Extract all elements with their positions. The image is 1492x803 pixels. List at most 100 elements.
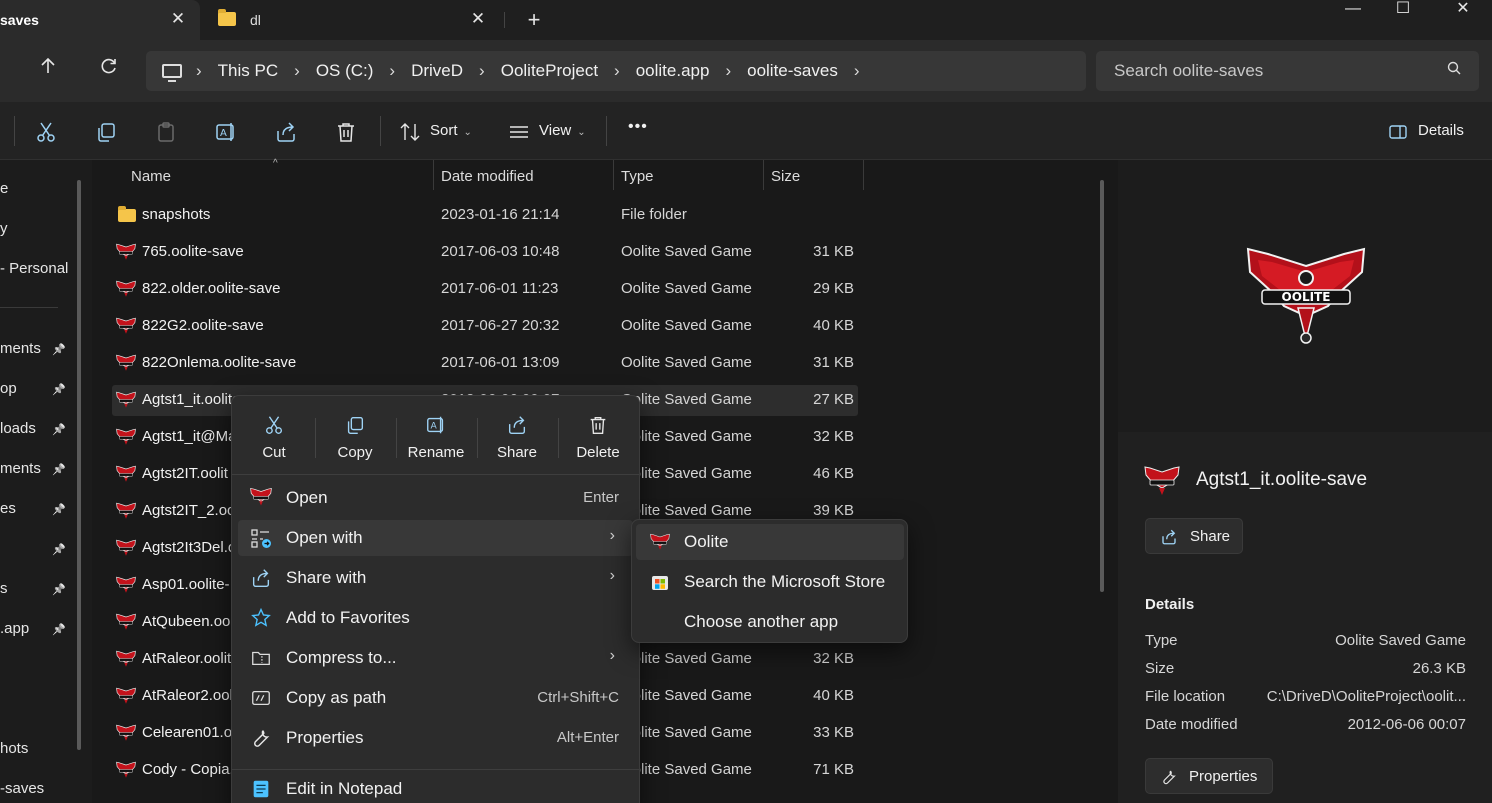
context-menu-item[interactable]: Add to Favorites bbox=[238, 600, 633, 636]
minimize-button[interactable]: — bbox=[1330, 0, 1376, 20]
delete-icon[interactable] bbox=[334, 120, 358, 144]
close-tab-icon[interactable]: ✕ bbox=[468, 9, 488, 29]
context-copy-button[interactable]: Copy bbox=[315, 410, 395, 466]
chevron-right-icon[interactable]: › bbox=[196, 61, 202, 81]
breadcrumb-this-pc[interactable]: This PC bbox=[218, 61, 278, 81]
context-menu-item[interactable]: Open Enter bbox=[238, 480, 633, 516]
share-icon[interactable] bbox=[274, 120, 298, 144]
column-header-type[interactable]: Type bbox=[621, 168, 654, 200]
nav-item[interactable]: ments bbox=[0, 340, 41, 357]
context-share-button[interactable]: Share bbox=[477, 410, 557, 466]
view-button[interactable]: View ⌄ bbox=[539, 122, 586, 139]
nav-item[interactable]: - Personal bbox=[0, 260, 68, 277]
nav-item[interactable]: .app bbox=[0, 620, 29, 637]
chevron-down-icon: ⌄ bbox=[577, 127, 586, 138]
file-row[interactable]: 822G2.oolite-save 2017-06-27 20:32 Oolite … bbox=[112, 311, 858, 342]
chevron-right-icon[interactable]: › bbox=[725, 61, 731, 81]
context-cut-button[interactable]: Cut bbox=[234, 410, 314, 466]
nav-item[interactable]: -saves bbox=[0, 780, 44, 797]
chevron-right-icon: › bbox=[609, 527, 615, 544]
file-row[interactable]: 822.older.oolite-save 2017-06-01 11:23 Ool… bbox=[112, 274, 858, 305]
nav-item[interactable]: e bbox=[0, 180, 8, 197]
context-menu-item[interactable]: Properties Alt+Enter bbox=[238, 720, 633, 756]
column-header-name[interactable]: Name bbox=[131, 168, 171, 200]
context-menu-item[interactable]: Open with › bbox=[238, 520, 633, 556]
breadcrumb-drived[interactable]: DriveD bbox=[411, 61, 463, 81]
file-type: Oolite Saved Game bbox=[621, 243, 752, 260]
nav-item-label: es bbox=[0, 500, 16, 517]
breadcrumb-oolite-saves[interactable]: oolite-saves bbox=[747, 61, 838, 81]
rename-label: Rename bbox=[407, 444, 465, 461]
column-separator[interactable] bbox=[763, 160, 764, 190]
folder-icon bbox=[218, 9, 236, 26]
context-menu-item[interactable]: Share with › bbox=[238, 560, 633, 596]
rename-icon[interactable]: A bbox=[214, 120, 238, 144]
column-separator[interactable] bbox=[433, 160, 434, 190]
context-menu-item[interactable]: Edit in Notepad bbox=[238, 771, 633, 803]
tab-dl[interactable]: dl ✕ bbox=[206, 0, 496, 40]
breadcrumb-os-c[interactable]: OS (C:) bbox=[316, 61, 374, 81]
chevron-right-icon[interactable]: › bbox=[479, 61, 485, 81]
breadcrumb-ooliteproject[interactable]: OoliteProject bbox=[501, 61, 598, 81]
details-file-name: Agtst1_it.oolite-save bbox=[1196, 469, 1368, 490]
context-rename-button[interactable]: A Rename bbox=[396, 410, 476, 466]
oolite-save-icon bbox=[116, 576, 136, 594]
file-row[interactable]: 822Onlema.oolite-save 2017-06-01 13:09 Ool… bbox=[112, 348, 858, 379]
chevron-right-icon[interactable]: › bbox=[854, 61, 860, 81]
nav-scrollbar[interactable] bbox=[77, 180, 81, 750]
nav-item[interactable]: loads bbox=[0, 420, 36, 437]
maximize-button[interactable]: ☐ bbox=[1380, 0, 1426, 20]
paste-icon[interactable] bbox=[154, 120, 178, 144]
column-header-size[interactable]: Size bbox=[771, 168, 800, 200]
context-menu-label: Open bbox=[286, 488, 328, 507]
file-list-scrollbar[interactable] bbox=[1100, 180, 1104, 592]
cut-icon[interactable] bbox=[34, 120, 58, 144]
file-row[interactable]: 765.oolite-save 2017-06-03 10:48 Oolite Sa… bbox=[112, 237, 858, 268]
oolite-logo-icon: OOLITE bbox=[1246, 247, 1366, 344]
wrench-icon bbox=[250, 727, 272, 749]
file-type: Oolite Saved Game bbox=[621, 687, 752, 704]
file-name: Celearen01.oo bbox=[142, 724, 241, 741]
nav-item-label: loads bbox=[0, 420, 36, 437]
file-row[interactable]: snapshots 2023-01-16 21:14 File folder bbox=[112, 200, 858, 231]
close-window-button[interactable]: ✕ bbox=[1440, 0, 1486, 20]
sort-button[interactable]: Sort ⌄ bbox=[430, 122, 472, 139]
chevron-right-icon[interactable]: › bbox=[614, 61, 620, 81]
oolite-save-icon bbox=[116, 317, 136, 335]
file-size: 32 KB bbox=[813, 650, 854, 667]
nav-item[interactable]: y bbox=[0, 220, 8, 237]
new-tab-button[interactable]: + bbox=[522, 8, 546, 32]
details-properties-button[interactable]: Properties bbox=[1145, 758, 1273, 794]
details-share-button[interactable]: Share bbox=[1145, 518, 1243, 554]
chevron-right-icon[interactable]: › bbox=[294, 61, 300, 81]
nav-item[interactable]: hots bbox=[0, 740, 28, 757]
copy-icon[interactable] bbox=[94, 120, 118, 144]
column-separator[interactable] bbox=[613, 160, 614, 190]
close-tab-icon[interactable]: ✕ bbox=[168, 9, 188, 29]
nav-item[interactable]: s bbox=[0, 580, 8, 597]
address-bar[interactable]: › This PC › OS (C:) › DriveD › OolitePro… bbox=[146, 51, 1086, 91]
chevron-right-icon[interactable]: › bbox=[389, 61, 395, 81]
refresh-button[interactable] bbox=[95, 56, 123, 84]
context-menu-item[interactable]: Compress to... › bbox=[238, 640, 633, 676]
context-delete-button[interactable]: Delete bbox=[558, 410, 638, 466]
column-separator[interactable] bbox=[863, 160, 864, 190]
context-menu-item[interactable]: Copy as path Ctrl+Shift+C bbox=[238, 680, 633, 716]
nav-item[interactable]: op bbox=[0, 380, 17, 397]
tab-oolite-saves[interactable]: saves ✕ bbox=[0, 0, 200, 40]
open-with-oolite[interactable]: Oolite bbox=[636, 524, 904, 560]
nav-item[interactable]: es bbox=[0, 500, 16, 517]
open-with-choose-another-app[interactable]: Choose another app bbox=[636, 604, 904, 640]
oolite-save-icon bbox=[116, 650, 136, 668]
more-options-button[interactable]: ••• bbox=[628, 118, 648, 136]
open-with-microsoft-store[interactable]: Search the Microsoft Store bbox=[636, 564, 904, 600]
up-button[interactable] bbox=[34, 56, 62, 84]
column-header-date[interactable]: Date modified bbox=[441, 168, 534, 200]
details-button[interactable]: Details bbox=[1418, 122, 1464, 139]
context-menu-label: Compress to... bbox=[286, 648, 397, 667]
search-input[interactable]: Search oolite-saves bbox=[1096, 51, 1479, 91]
file-name: 822Onlema.oolite-save bbox=[142, 354, 297, 371]
file-type: Oolite Saved Game bbox=[621, 465, 752, 482]
breadcrumb-oolite-app[interactable]: oolite.app bbox=[636, 61, 710, 81]
nav-item[interactable]: ments bbox=[0, 460, 41, 477]
